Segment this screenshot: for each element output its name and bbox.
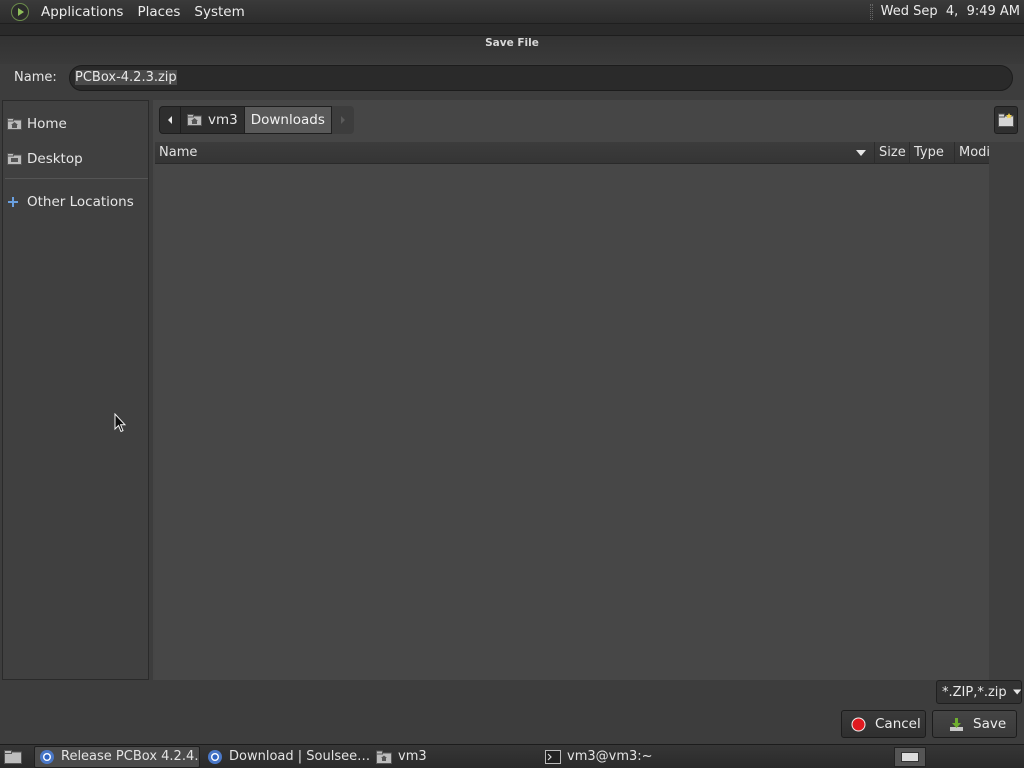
show-desktop-button[interactable]: [0, 746, 26, 768]
column-header: Name Size Type Modif: [155, 141, 989, 164]
save-download-icon: [949, 717, 964, 732]
plus-icon: [7, 195, 23, 209]
workspace-thumbnail: [901, 751, 919, 762]
sidebar-item-label: Other Locations: [27, 194, 134, 210]
chrome-icon: [207, 749, 223, 765]
places-menu[interactable]: Places: [130, 0, 187, 24]
path-bar: vm3 Downloads: [159, 106, 354, 134]
taskbar-item-label: Release PCBox 4.2.4…: [61, 749, 200, 764]
dialog-titlebar[interactable]: Save File: [0, 24, 1024, 64]
places-sidebar: Home Desktop Other Locations: [2, 100, 149, 680]
sidebar-divider: [5, 178, 148, 179]
applications-menu[interactable]: Applications: [34, 0, 130, 24]
cancel-button[interactable]: Cancel: [841, 710, 926, 738]
file-browser: vm3 Downloads Name Size Type Modif: [153, 100, 1024, 680]
home-folder-icon: [187, 114, 202, 126]
path-segment-vm3[interactable]: vm3: [181, 106, 245, 134]
sidebar-item-label: Desktop: [27, 151, 83, 167]
name-row: Name: PCBox-4.2.3.zip: [0, 64, 1024, 92]
save-label: Save: [973, 716, 1007, 732]
sidebar-item-other-locations[interactable]: Other Locations: [7, 192, 134, 212]
vertical-scrollbar[interactable]: [989, 142, 1024, 680]
sidebar-item-home[interactable]: Home: [7, 114, 67, 134]
name-label: Name:: [14, 70, 57, 85]
taskbar-item-vm3-folder[interactable]: vm3: [372, 746, 538, 768]
show-desktop-icon: [4, 749, 22, 764]
sort-down-icon: [856, 149, 866, 156]
desktop-folder-icon: [7, 152, 23, 166]
workspace-switcher[interactable]: [894, 746, 926, 767]
taskbar-item-label: vm3@vm3:~: [567, 749, 653, 764]
chevron-down-icon: [1012, 689, 1021, 695]
taskbar-item-label: vm3: [398, 749, 427, 764]
file-list[interactable]: [155, 164, 989, 680]
cancel-icon: [851, 717, 866, 732]
path-back-button[interactable]: [159, 106, 181, 134]
new-folder-icon: [998, 113, 1014, 127]
save-file-dialog: Save File Name: PCBox-4.2.3.zip Home Des…: [0, 24, 1024, 744]
path-segment-label: Downloads: [250, 112, 325, 128]
home-folder-icon: [7, 117, 23, 131]
chevron-right-icon: [340, 116, 345, 124]
cancel-label: Cancel: [875, 716, 921, 732]
panel-separator: [869, 3, 873, 20]
terminal-icon: [545, 749, 561, 764]
path-segment-label: vm3: [208, 112, 238, 128]
system-menu[interactable]: System: [187, 0, 251, 24]
sidebar-item-label: Home: [27, 116, 67, 132]
clock[interactable]: Wed Sep 4, 9:49 AM: [881, 4, 1024, 19]
taskbar-item-release-pcbox[interactable]: Release PCBox 4.2.4…: [34, 745, 200, 768]
column-name[interactable]: Name: [155, 141, 875, 164]
filename-value: PCBox-4.2.3.zip: [75, 70, 177, 85]
top-panel: Applications Places System Wed Sep 4, 9:…: [0, 0, 1024, 24]
column-modified[interactable]: Modif: [955, 142, 989, 164]
path-forward-button[interactable]: [331, 106, 354, 134]
chevron-left-icon: [168, 116, 172, 124]
taskbar-item-download-soulseek[interactable]: Download | Soulsee…: [203, 746, 369, 768]
chrome-icon: [39, 749, 55, 765]
new-folder-button[interactable]: [994, 106, 1018, 134]
save-button[interactable]: Save: [932, 710, 1017, 738]
taskbar-item-label: Download | Soulsee…: [229, 749, 369, 764]
path-segment-downloads[interactable]: Downloads: [244, 106, 332, 134]
column-size[interactable]: Size: [875, 141, 910, 164]
dialog-title: Save File: [485, 37, 539, 49]
mate-logo-icon[interactable]: [11, 2, 29, 21]
column-name-label: Name: [159, 145, 198, 160]
folder-icon: [376, 750, 392, 764]
filter-value: *.ZIP,*.zip: [942, 684, 1007, 700]
taskbar-item-terminal[interactable]: vm3@vm3:~: [541, 746, 707, 768]
mouse-cursor-icon: [114, 413, 126, 433]
column-type[interactable]: Type: [910, 141, 955, 164]
titlebar-strip: [0, 24, 1024, 36]
bottom-taskbar: Release PCBox 4.2.4… Download | Soulsee……: [0, 744, 1024, 768]
filename-input[interactable]: PCBox-4.2.3.zip: [69, 65, 1013, 91]
sidebar-item-desktop[interactable]: Desktop: [7, 149, 83, 169]
file-type-filter[interactable]: *.ZIP,*.zip: [936, 680, 1022, 704]
